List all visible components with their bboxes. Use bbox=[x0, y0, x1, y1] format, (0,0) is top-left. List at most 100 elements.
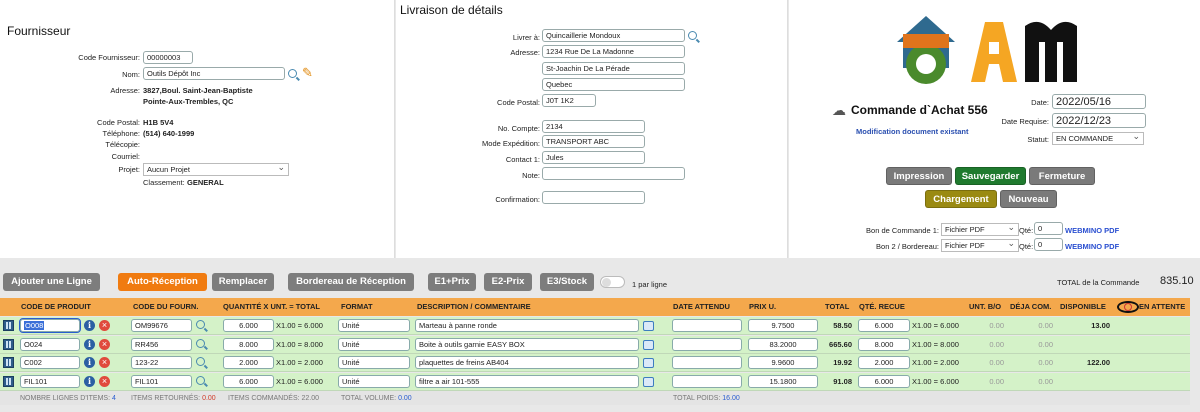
product-code-input[interactable]: O008 bbox=[19, 318, 81, 333]
required-date-label: Date Requise: bbox=[1001, 117, 1049, 126]
product-code-input[interactable]: FIL101 bbox=[20, 374, 80, 388]
quantity-input[interactable]: 6.000 bbox=[223, 374, 274, 388]
search-icon[interactable] bbox=[196, 338, 205, 348]
description-input[interactable]: Marteau à panne ronde bbox=[415, 319, 639, 332]
unit-price-input[interactable]: 9.9600 bbox=[748, 356, 818, 369]
col-bo-units: UNT. B/O bbox=[966, 298, 1002, 316]
project-select[interactable]: Aucun Projet bbox=[143, 162, 289, 176]
auto-reception-button[interactable]: Auto-Réception bbox=[118, 273, 207, 291]
deliver-to-input[interactable]: Quincaillerie Mondoux bbox=[542, 29, 685, 42]
supplier-code-input[interactable]: RR456 bbox=[131, 337, 192, 351]
grid-icon[interactable] bbox=[3, 357, 14, 368]
received-qty-input[interactable]: 6.000 bbox=[858, 374, 910, 388]
quantity-input[interactable]: 6.000 bbox=[223, 319, 274, 332]
date-input[interactable]: 2022/05/16 bbox=[1052, 94, 1146, 109]
delete-icon[interactable]: × bbox=[99, 320, 110, 331]
grid-icon[interactable] bbox=[3, 338, 14, 350]
delete-icon[interactable]: × bbox=[99, 338, 110, 350]
supplier-code-input[interactable]: 00000003 bbox=[143, 51, 193, 64]
info-icon[interactable]: i bbox=[84, 357, 95, 368]
delete-icon[interactable]: × bbox=[99, 375, 110, 387]
received-qty-input[interactable]: 2.000 bbox=[858, 356, 910, 369]
unit-price-input[interactable]: 15.1800 bbox=[748, 374, 818, 388]
e3-stock-button[interactable]: E3/Stock bbox=[540, 273, 594, 291]
save-button[interactable]: Sauvegarder bbox=[955, 167, 1026, 185]
expected-date-input[interactable] bbox=[672, 319, 742, 332]
product-code-input[interactable]: C002 bbox=[20, 356, 80, 369]
quantity-input[interactable]: 2.000 bbox=[223, 356, 274, 369]
comment-icon[interactable] bbox=[643, 376, 654, 387]
delivery-postal-input[interactable]: J0T 1K2 bbox=[542, 94, 596, 107]
e1-price-button[interactable]: E1+Prix bbox=[428, 273, 476, 291]
search-icon[interactable] bbox=[196, 357, 205, 366]
per-line-toggle[interactable] bbox=[600, 276, 625, 288]
bc1-webmino-link[interactable]: WEBMINO PDF bbox=[1065, 226, 1119, 235]
close-button[interactable]: Fermeture bbox=[1029, 167, 1095, 185]
eye-icon[interactable] bbox=[1117, 301, 1139, 313]
supplier-code-input[interactable]: FIL101 bbox=[131, 374, 192, 388]
expected-date-input[interactable] bbox=[672, 374, 742, 388]
received-qty-input[interactable]: 6.000 bbox=[858, 319, 910, 332]
unit-price-input[interactable]: 83.2000 bbox=[748, 337, 818, 351]
bc2-qty-input[interactable]: 0 bbox=[1034, 238, 1063, 251]
search-icon[interactable] bbox=[688, 31, 697, 40]
confirmation-input[interactable] bbox=[542, 191, 645, 204]
delivery-address-line2[interactable]: St-Joachin De La Pérade bbox=[542, 62, 685, 75]
e2-price-button[interactable]: E2-Prix bbox=[484, 273, 532, 291]
supplier-code-input[interactable]: 123-22 bbox=[131, 356, 192, 369]
format-input[interactable]: Unité bbox=[338, 337, 410, 351]
bc1-format-select[interactable]: Fichier PDF bbox=[941, 222, 1019, 236]
required-date-input[interactable]: 2022/12/23 bbox=[1052, 113, 1146, 128]
add-line-button[interactable]: Ajouter une Ligne bbox=[3, 273, 100, 291]
supplier-name-input[interactable]: Outils Dépôt Inc bbox=[143, 67, 285, 80]
bc2-webmino-link[interactable]: WEBMINO PDF bbox=[1065, 242, 1119, 251]
reception-slip-button[interactable]: Bordereau de Réception bbox=[288, 273, 414, 291]
search-icon[interactable] bbox=[196, 320, 205, 329]
format-input[interactable]: Unité bbox=[338, 319, 410, 332]
note-input[interactable] bbox=[542, 167, 685, 180]
replace-button[interactable]: Remplacer bbox=[212, 273, 274, 291]
quantity-input[interactable]: 8.000 bbox=[223, 337, 274, 351]
supplier-postal-label: Code Postal: bbox=[97, 118, 140, 127]
bc1-qty-input[interactable]: 0 bbox=[1034, 222, 1063, 235]
print-button[interactable]: Impression bbox=[886, 167, 952, 185]
contact-input[interactable]: Jules bbox=[542, 151, 645, 164]
date-label: Date: bbox=[1031, 98, 1049, 107]
new-button[interactable]: Nouveau bbox=[1000, 190, 1057, 208]
delivery-address-line1[interactable]: 1234 Rue De La Madonne bbox=[542, 45, 685, 58]
delivery-address-line3[interactable]: Quebec bbox=[542, 78, 685, 91]
format-input[interactable]: Unité bbox=[338, 374, 410, 388]
delete-icon[interactable]: × bbox=[99, 357, 110, 368]
search-icon[interactable] bbox=[196, 375, 205, 385]
info-icon[interactable]: i bbox=[84, 320, 95, 331]
bc2-format-select[interactable]: Fichier PDF bbox=[941, 238, 1019, 252]
comment-icon[interactable] bbox=[643, 358, 654, 368]
info-icon[interactable]: i bbox=[84, 338, 95, 350]
description-input[interactable]: plaquettes de freins AB404 bbox=[415, 356, 639, 369]
product-code-input[interactable]: O024 bbox=[20, 337, 80, 351]
footer-ordered: ITEMS COMMANDÉS: 22.00 bbox=[228, 395, 319, 402]
footer-volume: TOTAL VOLUME: 0.00 bbox=[341, 395, 412, 402]
shipping-input[interactable]: TRANSPORT ABC bbox=[542, 135, 645, 148]
account-input[interactable]: 2134 bbox=[542, 120, 645, 133]
unit-price-input[interactable]: 9.7500 bbox=[748, 319, 818, 332]
load-button[interactable]: Chargement bbox=[925, 190, 997, 208]
expected-date-input[interactable] bbox=[672, 337, 742, 351]
description-input[interactable]: Boite à outils garnie EASY BOX bbox=[415, 337, 639, 351]
supplier-code-input[interactable]: OM99676 bbox=[131, 319, 192, 332]
expected-date-input[interactable] bbox=[672, 356, 742, 369]
status-select[interactable]: EN COMMANDE bbox=[1052, 131, 1144, 145]
grid-icon[interactable] bbox=[3, 320, 14, 331]
already-ordered: 0.00 bbox=[1038, 321, 1053, 330]
format-input[interactable]: Unité bbox=[338, 356, 410, 369]
pencil-icon[interactable]: ✎ bbox=[302, 65, 313, 81]
footer-weight-label: TOTAL POIDS: bbox=[673, 395, 721, 402]
supplier-address-line1: 3827,Boul. Saint-Jean-Baptiste bbox=[143, 86, 253, 95]
comment-icon[interactable] bbox=[643, 321, 654, 331]
description-input[interactable]: filtre a air 101-555 bbox=[415, 374, 639, 388]
grid-icon[interactable] bbox=[3, 375, 14, 387]
comment-icon[interactable] bbox=[643, 339, 654, 350]
info-icon[interactable]: i bbox=[84, 375, 95, 387]
search-icon[interactable] bbox=[288, 69, 297, 78]
received-qty-input[interactable]: 8.000 bbox=[858, 337, 910, 351]
